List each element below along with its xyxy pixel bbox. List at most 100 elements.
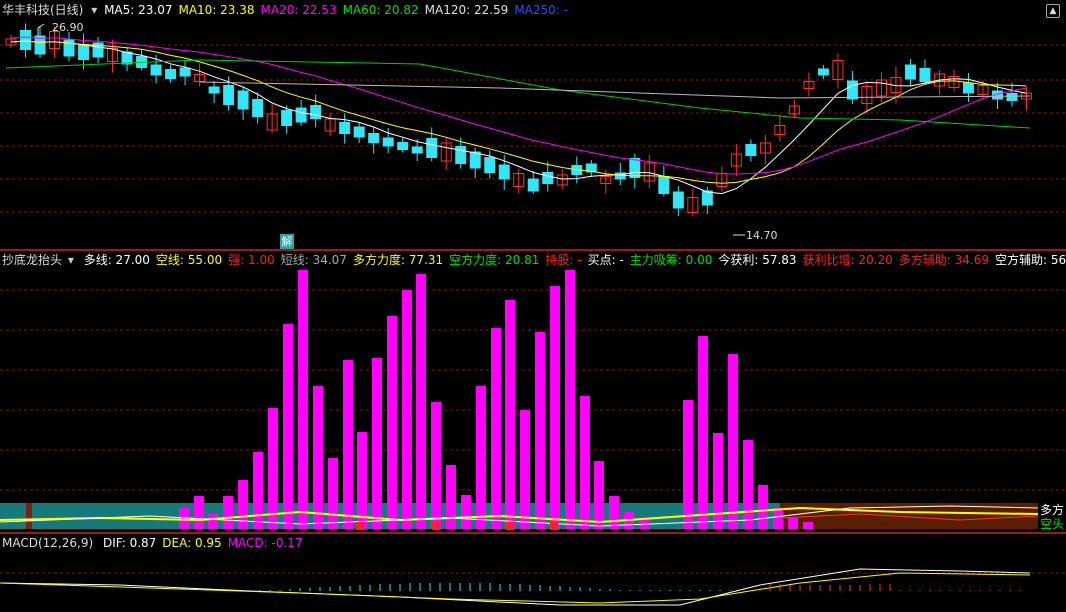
volume-bar (268, 408, 278, 529)
indicator-legend: 多线: 27.00 空线: 55.00 强: 1.00 短线: 34.07 多方力度: … (84, 253, 1066, 267)
indicator-legend-item: 空方辅助: 56.38 (995, 253, 1066, 267)
dea-line (0, 572, 1031, 604)
volume-bar (698, 336, 708, 529)
candle-body (353, 126, 365, 138)
macd-pane[interactable]: MACD(12,26,9) DIF: 0.87 DEA: 0.95 MACD: -0… (0, 533, 1066, 612)
indicator-chart[interactable] (0, 250, 1066, 533)
volume-bar (194, 496, 204, 529)
indicator-legend-item: 多方力度: 77.31 (352, 253, 444, 267)
candle-body (411, 146, 423, 154)
ma-legend-item: MA120: 22.59 (424, 3, 509, 17)
volume-bar (416, 274, 426, 529)
candle-body (527, 178, 539, 192)
volume-bar (357, 432, 367, 529)
dif-line (0, 568, 1031, 606)
macd-legend: DIF: 0.87 DEA: 0.95 MACD: -0.17 (103, 536, 309, 550)
volume-bar (491, 328, 501, 529)
high-marker (37, 23, 45, 36)
volume-bar (580, 396, 590, 529)
candle-body (498, 164, 510, 180)
candle-body (658, 176, 670, 194)
volume-bar (431, 402, 441, 529)
volume-bar (253, 452, 263, 529)
ma-legend-item: MA20: 22.53 (260, 3, 337, 17)
indicator-legend-item: 多线: 27.00 (83, 253, 150, 267)
collapse-arrow-icon[interactable]: ▲ (1046, 4, 1060, 18)
indicator-legend-item: 空线: 55.00 (155, 253, 223, 267)
volume-bar (238, 480, 248, 529)
candle-body (368, 133, 380, 143)
volume-bar (208, 514, 218, 529)
volume-bar (298, 270, 308, 529)
indicator-legend-item: 获利比增: 20.20 (802, 253, 893, 267)
candle-body (919, 68, 931, 82)
macd-title: MACD(12,26,9) (2, 536, 94, 550)
ma20-line (10, 36, 1027, 175)
volume-bar (476, 386, 486, 529)
kline-pane[interactable]: 华丰科技(日线) ▾ MA5: 23.07 MA10: 23.38 MA20: 22… (0, 0, 1066, 250)
volume-bar (743, 440, 753, 529)
candle-body (310, 105, 322, 119)
volume-bar (372, 358, 382, 529)
volume-bar (728, 354, 738, 529)
volume-bar (328, 458, 338, 529)
candle-body (455, 146, 467, 164)
macd-legend-item: DIF: 0.87 (102, 536, 157, 550)
signal-square (356, 522, 364, 530)
candle-body (484, 157, 496, 173)
volume-bar (446, 465, 456, 529)
volume-bar (505, 300, 515, 529)
candle-body (252, 99, 264, 117)
ma-legend-item: MA5: 23.07 (104, 3, 173, 17)
signal-square (432, 522, 440, 530)
volume-bar (387, 316, 397, 529)
indicator-header: 抄底龙抬头 ▾ 多线: 27.00 空线: 55.00 强: 1.00 短线: 34.… (0, 250, 1066, 270)
volume-bar (313, 386, 323, 529)
candle-body (426, 138, 438, 158)
candle-body (121, 51, 133, 65)
candle-body (237, 90, 249, 110)
ma-legend-item: MA250: - (514, 3, 568, 17)
macd-legend-item: MACD: -0.17 (227, 536, 303, 550)
indicator-title: 抄底龙抬头 (2, 253, 63, 267)
indicator-legend-item: 空方力度: 20.81 (449, 253, 540, 267)
candle-body (962, 82, 974, 94)
candle-body (165, 69, 177, 79)
candle-body (745, 144, 757, 156)
indicator-legend-item: 多方辅助: 34.69 (898, 253, 990, 267)
volume-bar (223, 496, 233, 529)
jie-badge: 解 (280, 234, 294, 249)
stock-title: 华丰科技(日线) (2, 3, 84, 17)
candle-body (150, 64, 162, 76)
high-price-label: 26.90 (52, 21, 84, 34)
volume-bar (565, 270, 575, 529)
candle-body (542, 172, 554, 184)
candle-body (382, 137, 394, 147)
kongtou-label: 空头 (1040, 517, 1065, 531)
candle-body (339, 122, 351, 134)
volume-bar (402, 290, 412, 529)
indicator-pane[interactable]: 抄底龙抬头 ▾ 多线: 27.00 空线: 55.00 强: 1.00 短线: 34.… (0, 250, 1066, 533)
volume-bar (520, 410, 530, 529)
ma120-line (199, 81, 1031, 99)
kline-chart[interactable] (0, 0, 1066, 250)
candle-body (223, 85, 235, 105)
candle-body (179, 67, 191, 77)
candle-body (208, 86, 220, 94)
volume-bar (535, 332, 545, 529)
candle-body (281, 110, 293, 126)
dropdown-arrow-icon[interactable]: ▾ (91, 3, 97, 17)
candle-body (701, 190, 713, 206)
volume-bar (788, 518, 798, 529)
volume-bar (758, 485, 768, 529)
candle-body (846, 80, 858, 100)
dropdown-arrow-icon[interactable]: ▾ (68, 253, 74, 267)
signal-square (550, 522, 558, 530)
volume-bar (594, 461, 604, 529)
ma-legend-item: MA60: 20.82 (342, 3, 419, 17)
indicator-legend-item: 强: 1.00 (228, 253, 275, 267)
candle-body (1006, 93, 1018, 101)
candle-body (78, 44, 90, 60)
ma10-line (10, 40, 1027, 184)
candle-body (629, 158, 641, 178)
